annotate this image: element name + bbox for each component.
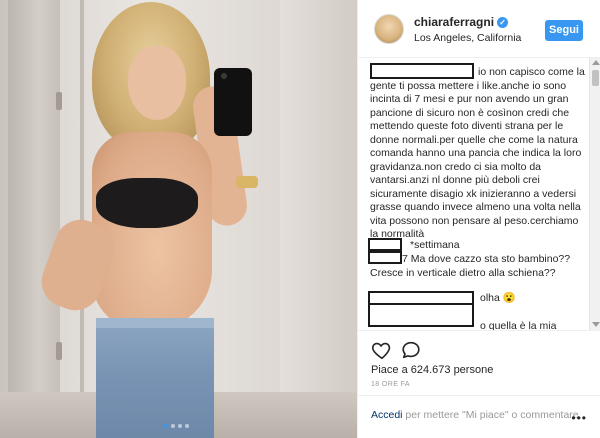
redacted-username — [368, 303, 474, 327]
comment-item: io non capisco come la gente ti possa me… — [370, 63, 586, 242]
follow-button[interactable]: Segui — [545, 20, 583, 41]
photo-waistband — [96, 318, 214, 328]
location-link[interactable]: Los Angeles, California — [414, 32, 521, 44]
scroll-thumb[interactable] — [592, 70, 599, 86]
username-row: chiaraferragni ✓ — [414, 15, 509, 29]
photo-watch — [236, 176, 258, 188]
comment-item: o quella è la mia — [368, 303, 586, 330]
comment-text: io non capisco come la gente ti possa me… — [370, 66, 585, 240]
photo-phone-camera — [221, 73, 227, 79]
comment-icon[interactable] — [400, 339, 422, 361]
verified-badge-icon: ✓ — [497, 16, 509, 28]
post-actions: Piace a 624.673 persone 18 ORE FA Accedi… — [358, 330, 600, 436]
login-prompt: Accedi per mettere "Mi piace" o commenta… — [358, 395, 600, 437]
photo-hinge — [56, 92, 62, 110]
post-timestamp[interactable]: 18 ORE FA — [371, 381, 410, 388]
more-options-icon[interactable]: ••• — [571, 411, 587, 425]
comments-list: io non capisco come la gente ti possa me… — [358, 58, 600, 330]
username-link[interactable]: chiaraferragni — [414, 15, 494, 29]
photo-jeans — [96, 318, 214, 438]
likes-count[interactable]: Piace a 624.673 persone — [371, 364, 493, 376]
carousel-dot[interactable] — [171, 424, 175, 428]
avatar[interactable] — [374, 14, 404, 44]
photo-top — [96, 178, 198, 228]
carousel-dot[interactable] — [185, 424, 189, 428]
carousel-dot[interactable] — [164, 424, 168, 428]
post-side-panel: chiaraferragni ✓ Los Angeles, California… — [357, 0, 600, 438]
carousel-dot[interactable] — [178, 424, 182, 428]
photo-phone — [214, 68, 252, 136]
post-photo[interactable] — [0, 0, 357, 438]
login-prompt-text: per mettere "Mi piace" o commentare. — [402, 409, 582, 421]
photo-wall — [280, 0, 357, 438]
carousel-dots[interactable] — [164, 424, 189, 428]
photo-torso — [92, 132, 212, 330]
redacted-username — [368, 251, 402, 264]
photo-face — [128, 46, 186, 120]
post-header: chiaraferragni ✓ Los Angeles, California… — [358, 0, 600, 58]
redacted-username — [368, 238, 402, 251]
comment-item: *settimana — [368, 238, 586, 253]
photo-door — [8, 0, 60, 438]
scroll-down-arrow-icon[interactable] — [592, 322, 600, 327]
login-link[interactable]: Accedi — [371, 409, 403, 421]
heart-icon[interactable] — [371, 339, 393, 361]
comment-item: 7 Ma dove cazzo sta sto bambino?? Cresce… — [368, 251, 586, 280]
scroll-up-arrow-icon[interactable] — [592, 60, 600, 65]
comment-text: 7 Ma dove cazzo sta sto bambino?? Cresce… — [370, 253, 571, 279]
photo-hinge — [56, 342, 62, 360]
redacted-username — [370, 63, 474, 79]
comments-scrollbar[interactable] — [589, 58, 600, 330]
comment-text: *settimana — [410, 239, 460, 251]
